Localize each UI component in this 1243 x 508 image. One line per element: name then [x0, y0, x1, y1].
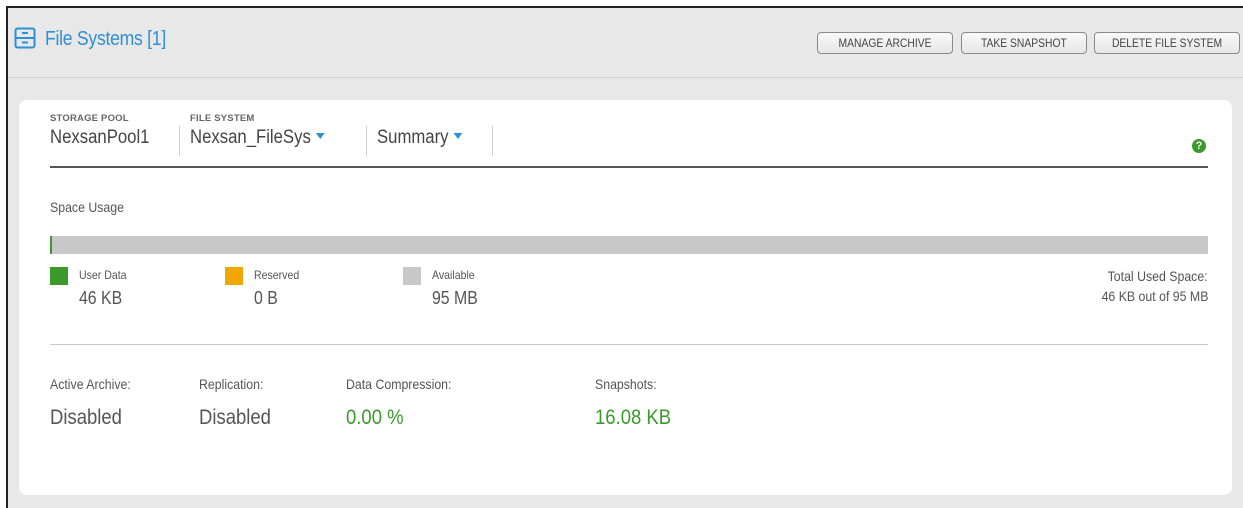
help-icon[interactable]: ?: [1192, 139, 1206, 153]
total-used-value: 46 KB out of 95 MB: [1101, 288, 1208, 304]
page-title: File Systems [1]: [45, 28, 166, 50]
snapshots-value: 16.08 KB: [595, 406, 672, 429]
file-systems-panel: File Systems [1] MANAGE ARCHIVE TAKE SNA…: [6, 6, 1243, 508]
storage-pool-value: NexsanPool1: [50, 127, 150, 148]
view-value: Summary: [377, 127, 449, 148]
total-used-label: Total Used Space:: [1108, 268, 1208, 284]
storage-pool-label: STORAGE POOL: [50, 113, 129, 124]
replication-value: Disabled: [199, 406, 271, 429]
chevron-down-icon: [316, 132, 325, 139]
file-system-label: FILE SYSTEM: [190, 113, 255, 124]
view-dropdown[interactable]: Summary: [377, 127, 463, 149]
active-archive-value: Disabled: [50, 406, 122, 429]
header-rule: [50, 166, 1208, 168]
summary-card: STORAGE POOL NexsanPool1 FILE SYSTEM Nex…: [19, 100, 1232, 495]
divider: [366, 126, 367, 156]
panel-header: File Systems [1] MANAGE ARCHIVE TAKE SNA…: [8, 8, 1243, 78]
replication-label: Replication:: [199, 376, 264, 392]
take-snapshot-button[interactable]: TAKE SNAPSHOT: [961, 32, 1087, 54]
user-data-fill: [50, 236, 52, 254]
file-cabinet-icon: [14, 27, 36, 49]
reserved-swatch: [225, 267, 243, 285]
user-data-value: 46 KB: [79, 288, 123, 308]
available-swatch: [403, 267, 421, 285]
divider: [179, 126, 180, 156]
user-data-label: User Data: [79, 268, 127, 282]
divider: [492, 126, 493, 156]
reserved-label: Reserved: [254, 268, 300, 282]
divider: [50, 344, 1208, 345]
data-compression-value: 0.00 %: [346, 406, 404, 429]
data-compression-label: Data Compression:: [346, 376, 452, 392]
take-snapshot-label: TAKE SNAPSHOT: [981, 36, 1067, 50]
space-usage-title: Space Usage: [50, 199, 124, 215]
user-data-swatch: [50, 267, 68, 285]
available-value: 95 MB: [432, 288, 478, 308]
active-archive-label: Active Archive:: [50, 376, 131, 392]
available-label: Available: [432, 268, 475, 282]
space-usage-bar: [50, 236, 1208, 254]
manage-archive-button[interactable]: MANAGE ARCHIVE: [817, 32, 953, 54]
snapshots-label: Snapshots:: [595, 376, 657, 392]
delete-file-system-label: DELETE FILE SYSTEM: [1111, 36, 1223, 50]
reserved-value: 0 B: [254, 288, 278, 308]
chevron-down-icon: [453, 132, 463, 139]
delete-file-system-button[interactable]: DELETE FILE SYSTEM: [1094, 32, 1240, 54]
file-system-dropdown[interactable]: Nexsan_FileSys: [190, 127, 325, 149]
file-system-value: Nexsan_FileSys: [190, 127, 311, 148]
manage-archive-label: MANAGE ARCHIVE: [838, 36, 932, 50]
